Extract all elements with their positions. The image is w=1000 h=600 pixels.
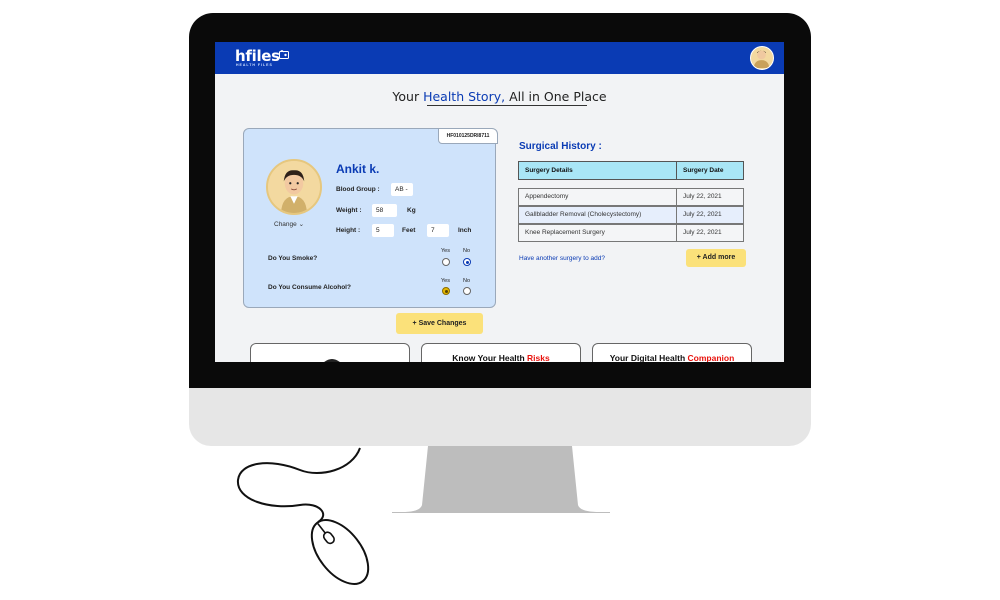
table-row[interactable]: Knee Replacement Surgery July 22, 2021 [518, 224, 744, 242]
user-avatar-button[interactable] [750, 46, 774, 70]
column-header-date: Surgery Date [683, 167, 724, 174]
surgery-details-cell: Knee Replacement Surgery [525, 229, 605, 236]
blood-group-select[interactable]: AB - [391, 183, 413, 196]
table-row[interactable]: Gallbladder Removal (Cholecystectomy) Ju… [518, 206, 744, 224]
surgery-details-cell: Appendectomy [525, 193, 569, 200]
feature-card-title-accent: Risks [527, 353, 550, 362]
add-more-button[interactable]: + Add more [686, 249, 746, 267]
app-screen: hfiles HEALTH FILES Your Health Story, A… [215, 42, 784, 362]
page-title-accent: Health Story, [423, 89, 506, 104]
surgery-date-cell: July 22, 2021 [683, 193, 722, 200]
inch-label: Inch [458, 227, 472, 234]
feature-card-title-text: Your Digital Health [609, 353, 688, 362]
alcohol-question: Do You Consume Alcohol? [268, 284, 351, 291]
app-header: hfiles HEALTH FILES [215, 42, 784, 74]
desktop-scene: hfiles HEALTH FILES Your Health Story, A… [0, 0, 1000, 600]
surgery-date-cell: July 22, 2021 [683, 229, 722, 236]
chevron-down-icon: ⌄ [298, 221, 305, 228]
title-underline [427, 105, 587, 106]
add-surgery-link[interactable]: Have another surgery to add? [519, 255, 605, 262]
smoke-yes-label: Yes [441, 248, 450, 254]
smoke-yes-radio[interactable] [442, 258, 450, 266]
person-avatar-icon [268, 161, 320, 213]
feature-card-title: Know Your Health Risks [422, 353, 580, 362]
save-changes-button[interactable]: + Save Changes [396, 313, 483, 334]
page-title-suffix: All in One Place [505, 89, 607, 104]
profile-card: HF010125DRI8711 Change ⌄ Ankit k. Blood … [243, 128, 498, 308]
smoke-no-radio[interactable] [463, 258, 471, 266]
app-logo[interactable]: hfiles [235, 48, 280, 64]
page-title: Your Health Story, All in One Place [215, 89, 784, 104]
feature-card-1[interactable] [250, 343, 410, 362]
surgical-history-title: Surgical History : [519, 141, 602, 152]
surgery-details-cell: Gallbladder Removal (Cholecystectomy) [525, 211, 642, 218]
alcohol-no-label: No [463, 278, 471, 284]
feet-label: Feet [402, 227, 416, 234]
smoke-question: Do You Smoke? [268, 255, 318, 262]
feature-card-health-risks[interactable]: Know Your Health Risks [421, 343, 581, 362]
user-avatar-icon [753, 50, 770, 68]
height-label: Height : [336, 227, 361, 234]
page-title-prefix: Your [392, 89, 424, 104]
alcohol-no-radio[interactable] [463, 287, 471, 295]
alcohol-yes-label: Yes [441, 278, 450, 284]
feature-card-title: Your Digital Health Companion [593, 353, 751, 362]
weight-input[interactable]: 58 [372, 204, 397, 217]
profile-name: Ankit k. [336, 162, 380, 176]
smoke-no-label: No [463, 248, 471, 254]
surgery-table-header: Surgery Details Surgery Date [518, 161, 744, 180]
surgery-date-cell: July 22, 2021 [683, 211, 722, 218]
app-logo-tagline: HEALTH FILES [236, 63, 273, 67]
table-row[interactable]: Appendectomy July 22, 2021 [518, 188, 744, 206]
change-avatar-dropdown[interactable]: Change ⌄ [274, 220, 304, 228]
feature-card-title-text: Know Your Health [452, 353, 528, 362]
weight-unit: Kg [407, 207, 416, 214]
weight-label: Weight : [336, 207, 362, 214]
change-avatar-label: Change [274, 221, 297, 228]
person-illustration-icon [324, 359, 340, 362]
alcohol-yes-radio[interactable] [442, 287, 450, 295]
patient-id-badge: HF010125DRI8711 [438, 128, 498, 144]
blood-group-label: Blood Group : [336, 186, 380, 193]
feature-card-title-accent: Companion [687, 353, 735, 362]
logo-file-icon [279, 50, 289, 59]
height-inch-input[interactable]: 7 [427, 224, 449, 237]
column-header-details: Surgery Details [525, 167, 573, 174]
profile-avatar [266, 159, 322, 215]
height-feet-input[interactable]: 5 [372, 224, 394, 237]
feature-card-companion[interactable]: Your Digital Health Companion [592, 343, 752, 362]
